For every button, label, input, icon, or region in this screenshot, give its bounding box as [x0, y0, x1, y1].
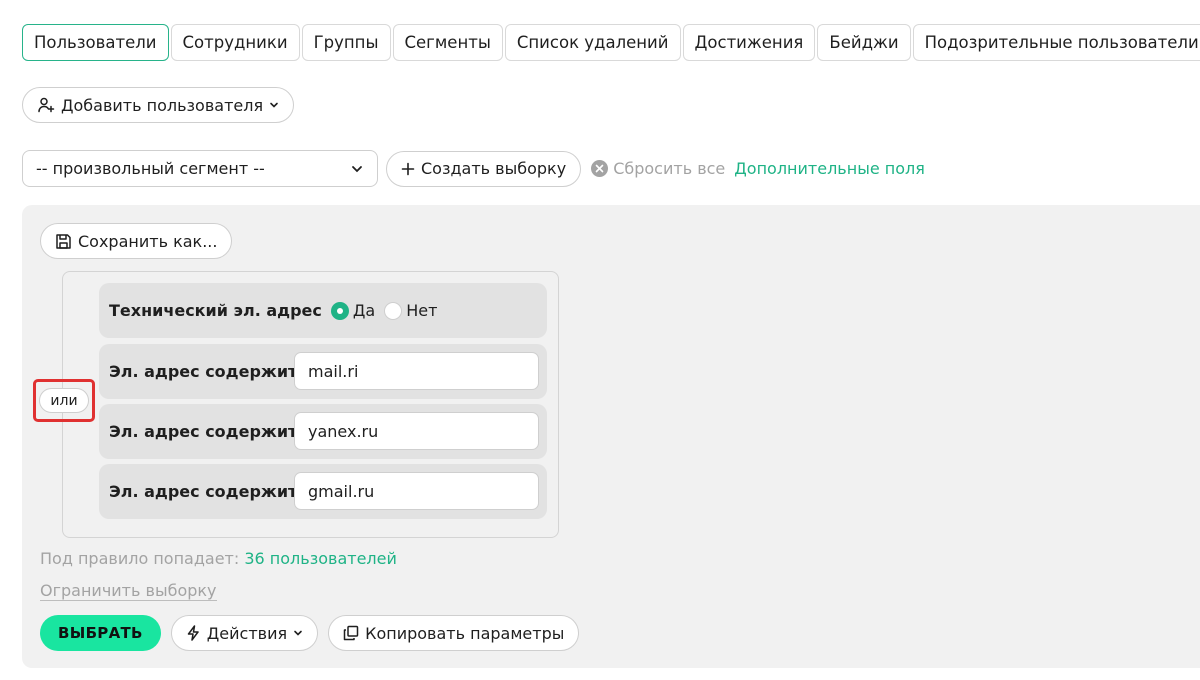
tab-users[interactable]: Пользователи	[22, 24, 169, 61]
save-as-button[interactable]: Сохранить как...	[40, 223, 233, 259]
segment-select-value: -- произвольный сегмент --	[36, 159, 265, 178]
actions-row: ВЫБРАТЬ Действия Копировать параметры	[40, 615, 580, 651]
close-circle-icon	[591, 160, 609, 177]
chevron-down-icon	[270, 102, 278, 108]
email-contains-input[interactable]	[294, 412, 539, 450]
matches-summary: Под правило попадает: 36 пользователей	[40, 549, 397, 568]
or-toggle[interactable]: или	[39, 388, 89, 413]
rule-email-contains: Эл. адрес содержит	[99, 464, 547, 519]
rule-group: Технический эл. адрес Да Нет Эл. адрес с…	[62, 271, 559, 538]
tab-badges[interactable]: Бейджи	[817, 24, 911, 61]
tab-segments[interactable]: Сегменты	[392, 24, 503, 61]
radio-no-label: Нет	[406, 301, 438, 320]
copy-icon	[343, 625, 359, 641]
plus-icon	[401, 162, 415, 175]
extra-fields-link[interactable]: Дополнительные поля	[734, 159, 925, 178]
radio-yes-label: Да	[352, 301, 376, 320]
reset-all-button[interactable]: Сбросить все	[591, 159, 725, 178]
tab-deletion-list[interactable]: Список удалений	[504, 24, 681, 61]
tab-achievements[interactable]: Достижения	[682, 24, 816, 61]
lightning-icon	[187, 625, 199, 641]
filter-panel: Сохранить как... Технический эл. адрес Д…	[22, 205, 1200, 668]
rule-label: Эл. адрес содержит	[109, 482, 298, 501]
add-user-label: Добавить пользователя	[61, 95, 264, 115]
tab-groups[interactable]: Группы	[301, 24, 391, 61]
matches-count-link[interactable]: 36 пользователей	[244, 549, 397, 568]
chevron-down-icon	[352, 165, 362, 172]
rule-email-contains: Эл. адрес содержит	[99, 344, 547, 399]
rule-email-contains: Эл. адрес содержит	[99, 404, 547, 459]
radio-no-indicator[interactable]	[384, 301, 403, 320]
segment-select[interactable]: -- произвольный сегмент --	[22, 150, 378, 187]
select-button[interactable]: ВЫБРАТЬ	[40, 615, 161, 651]
rule-label: Эл. адрес содержит	[109, 362, 298, 381]
limit-sample-link[interactable]: Ограничить выборку	[40, 581, 217, 601]
copy-params-button[interactable]: Копировать параметры	[328, 615, 580, 651]
rule-label: Технический эл. адрес	[109, 301, 322, 320]
rule-label: Эл. адрес содержит	[109, 422, 298, 441]
actions-dropdown-button[interactable]: Действия	[170, 615, 319, 651]
radio-no[interactable]: Нет	[384, 301, 437, 320]
save-icon	[56, 233, 71, 249]
tab-suspicious-users[interactable]: Подозрительные пользователи	[912, 24, 1200, 61]
user-plus-icon	[38, 97, 55, 113]
radio-yes[interactable]: Да	[330, 301, 376, 320]
reset-all-label: Сбросить все	[613, 159, 726, 178]
create-sample-button[interactable]: Создать выборку	[386, 150, 582, 187]
rule-tech-email: Технический эл. адрес Да Нет	[99, 283, 547, 338]
email-contains-input[interactable]	[294, 352, 539, 390]
add-user-button[interactable]: Добавить пользователя	[22, 87, 295, 123]
actions-label: Действия	[206, 623, 288, 643]
save-as-label: Сохранить как...	[78, 231, 218, 251]
tab-employees[interactable]: Сотрудники	[170, 24, 300, 61]
copy-params-label: Копировать параметры	[365, 623, 565, 643]
filter-row: -- произвольный сегмент -- Создать выбор…	[22, 150, 925, 187]
radio-yes-indicator[interactable]	[330, 301, 349, 320]
chevron-down-icon	[294, 630, 302, 636]
email-contains-input[interactable]	[294, 472, 539, 510]
matches-prefix: Под правило попадает:	[40, 549, 240, 568]
tab-bar: Пользователи Сотрудники Группы Сегменты …	[22, 24, 1200, 61]
create-sample-label: Создать выборку	[421, 159, 567, 178]
